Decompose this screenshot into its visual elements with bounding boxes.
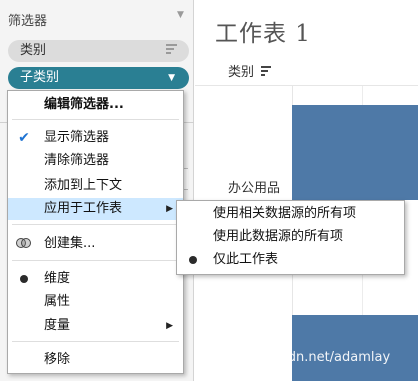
menu-separator	[12, 119, 179, 120]
menu-separator	[12, 341, 179, 342]
checkmark-icon: ✔	[18, 130, 30, 146]
menu-separator	[12, 260, 179, 261]
radio-dot-icon	[185, 249, 201, 271]
submenu-arrow-icon: ▶	[166, 321, 173, 331]
worksheet-view: 工作表 1 类别 办公用品	[195, 0, 418, 381]
menu-item-dimension[interactable]: 维度	[8, 268, 183, 290]
sheet-title: 工作表 1	[215, 21, 311, 47]
header-divider	[195, 85, 418, 86]
sort-icon[interactable]	[261, 66, 271, 76]
menu-item-label: 维度	[44, 271, 71, 286]
menu-item-measure[interactable]: 度量 ▶	[8, 315, 183, 337]
submenu-arrow-icon: ▶	[166, 204, 173, 214]
bar-mark[interactable]	[292, 105, 418, 200]
row-label[interactable]: 办公用品	[228, 177, 280, 196]
watermark-text: https://blog.csdn.net/adamlay	[195, 350, 391, 365]
menu-item-label: 度量	[44, 318, 71, 333]
submenu-item-all-related-datasources[interactable]: 使用相关数据源的所有项	[177, 203, 404, 225]
bar-mark[interactable]	[292, 315, 418, 381]
chevron-down-icon[interactable]: ▼	[168, 67, 175, 89]
menu-item-label: 属性	[44, 294, 71, 309]
menu-item-apply-to-worksheets[interactable]: 应用于工作表 ▶	[8, 198, 183, 220]
menu-item-label: 清除筛选器	[44, 153, 110, 168]
menu-item-show-filter[interactable]: ✔ 显示筛选器	[8, 127, 183, 149]
menu-item-create-set[interactable]: 创建集...	[8, 233, 183, 255]
menu-item-label: 仅此工作表	[213, 252, 279, 267]
radio-dot-icon	[16, 268, 32, 290]
column-header[interactable]: 类别	[228, 61, 271, 80]
submenu-item-all-this-datasource[interactable]: 使用此数据源的所有项	[177, 226, 404, 248]
menu-item-label: 编辑筛选器...	[44, 97, 124, 112]
apply-to-worksheets-submenu: 使用相关数据源的所有项 使用此数据源的所有项 仅此工作表	[176, 200, 405, 275]
menu-item-attribute[interactable]: 属性	[8, 291, 183, 313]
menu-item-label: 使用此数据源的所有项	[213, 229, 344, 244]
menu-item-label: 创建集...	[44, 236, 96, 251]
menu-item-label: 应用于工作表	[44, 201, 123, 216]
filters-header: 筛选器	[8, 14, 48, 29]
menu-item-label: 使用相关数据源的所有项	[213, 206, 357, 221]
menu-item-edit-filter[interactable]: 编辑筛选器...	[8, 94, 183, 116]
sets-icon	[16, 233, 32, 255]
filter-pill-label: 类别	[20, 43, 47, 58]
menu-item-label: 移除	[44, 352, 71, 367]
sort-icon	[166, 44, 177, 56]
filter-context-menu: 编辑筛选器... ✔ 显示筛选器 清除筛选器 添加到上下文 应用于工作表 ▶ 创…	[7, 90, 184, 374]
menu-item-add-to-context[interactable]: 添加到上下文	[8, 175, 183, 197]
column-header-label: 类别	[228, 65, 255, 80]
menu-separator	[12, 224, 179, 225]
submenu-item-only-this-worksheet[interactable]: 仅此工作表	[177, 249, 404, 271]
filter-pill-category[interactable]: 类别	[8, 40, 189, 62]
menu-item-label: 显示筛选器	[44, 130, 110, 145]
menu-item-label: 添加到上下文	[44, 178, 123, 193]
filter-pill-subcategory[interactable]: 子类别 ▼	[8, 67, 189, 89]
filters-menu-chevron-icon[interactable]: ▼	[177, 10, 184, 20]
menu-item-clear-filter[interactable]: 清除筛选器	[8, 150, 183, 172]
filter-pill-label: 子类别	[20, 70, 60, 85]
menu-item-remove[interactable]: 移除	[8, 349, 183, 371]
